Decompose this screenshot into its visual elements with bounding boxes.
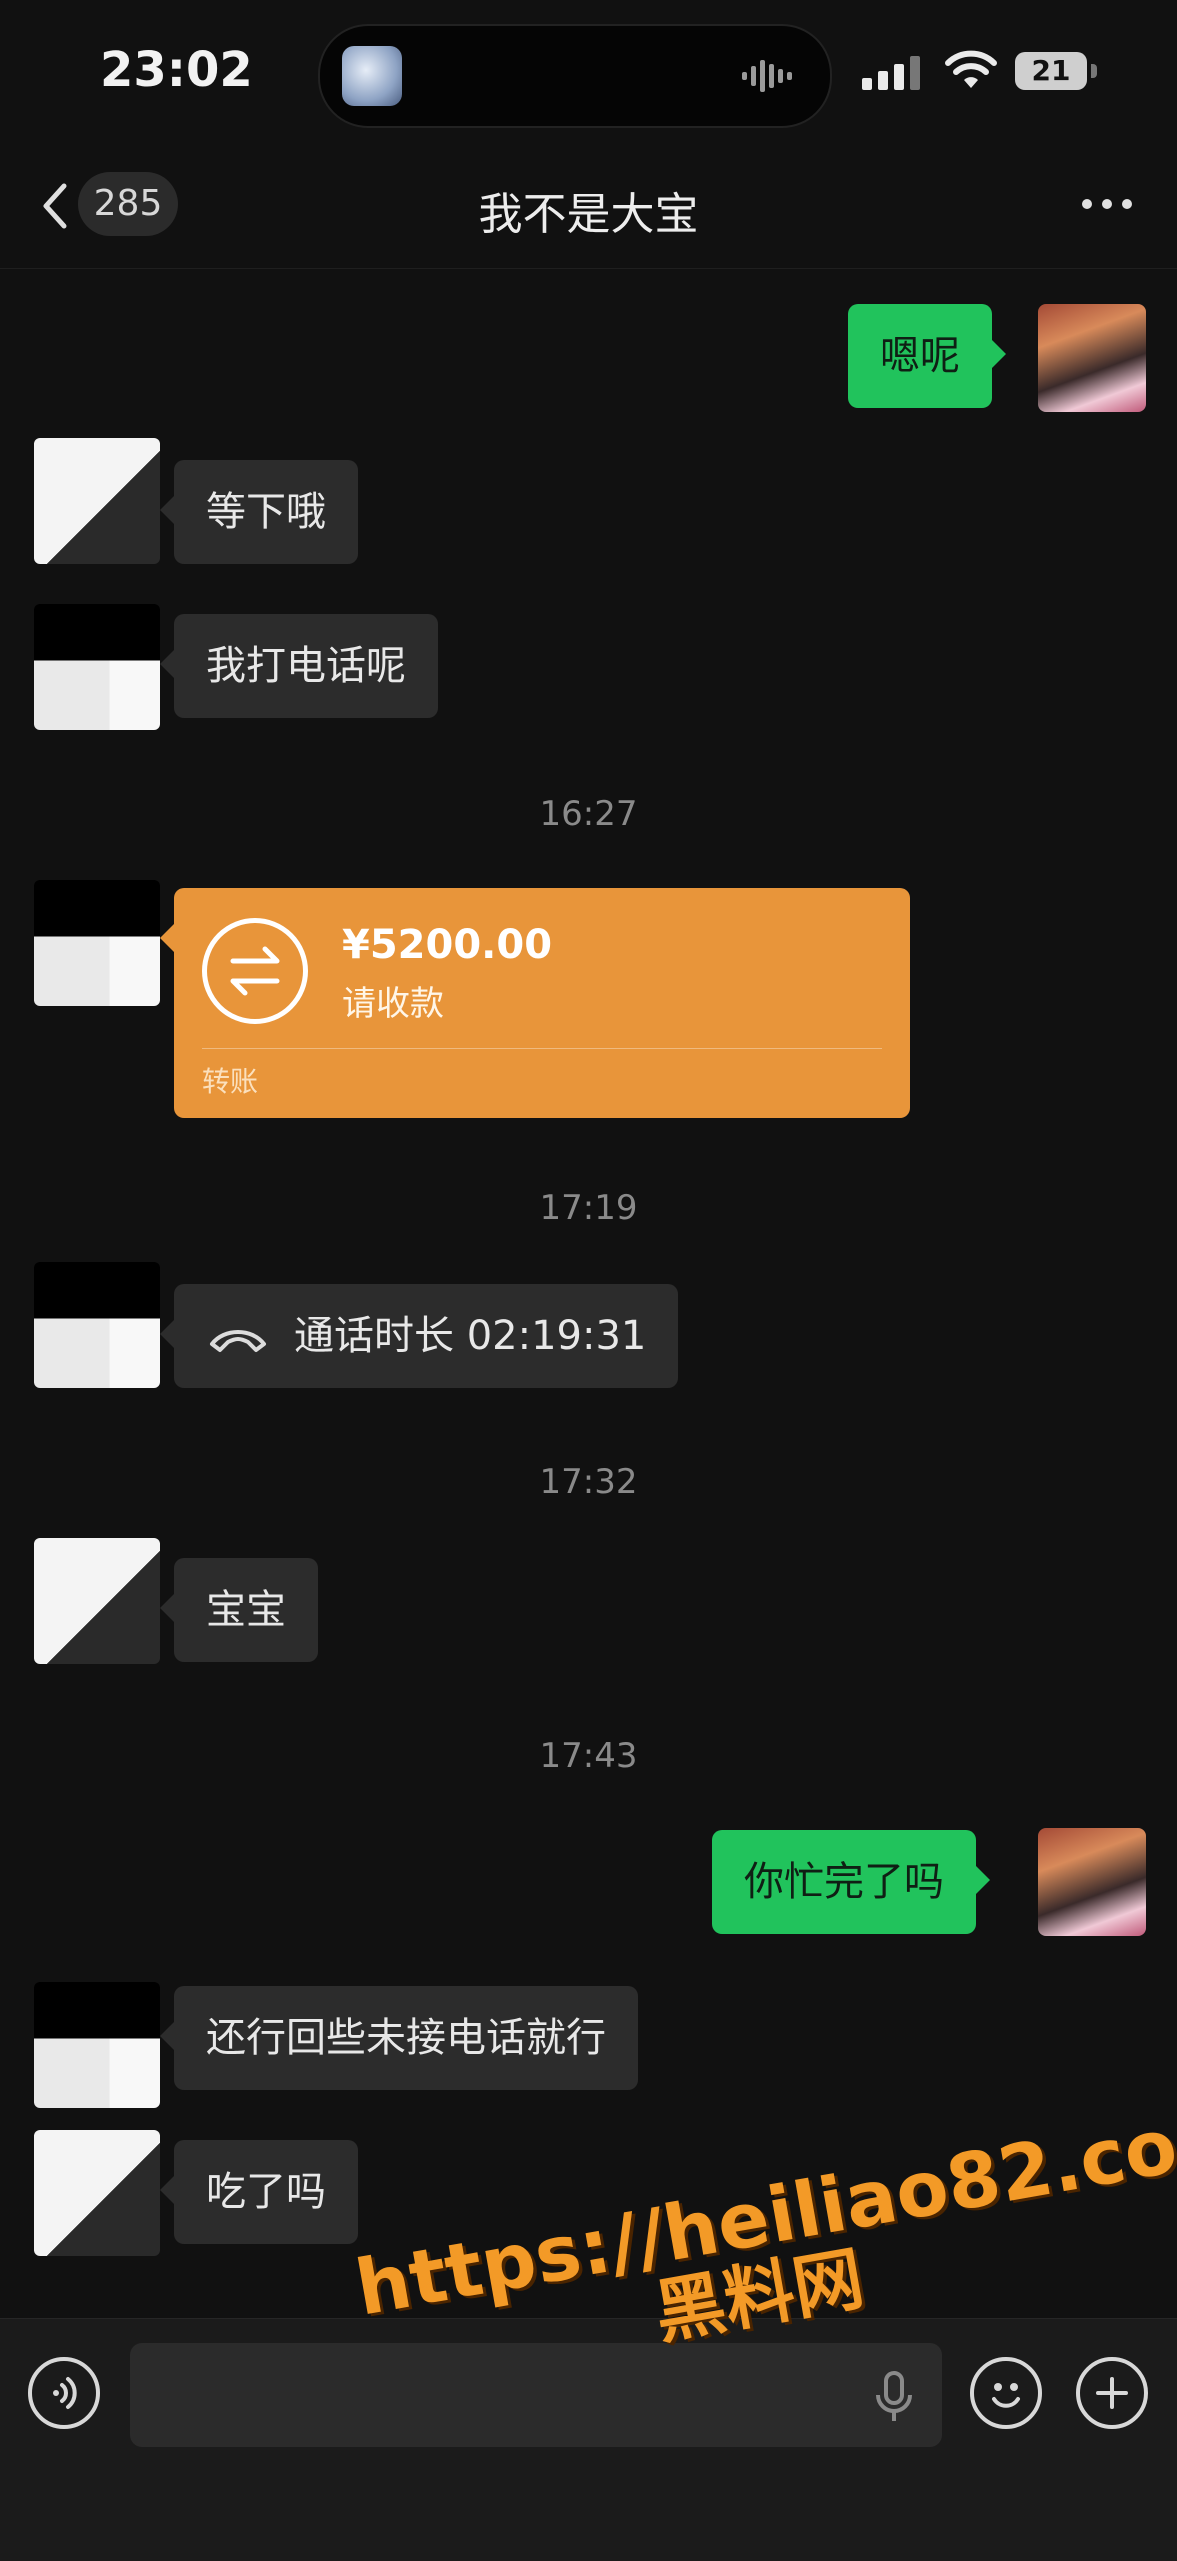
mic-icon[interactable] <box>874 2369 914 2425</box>
message-timestamp: 17:43 <box>539 1736 638 1776</box>
phone-icon <box>210 1330 266 1352</box>
contact-avatar[interactable] <box>34 2130 160 2256</box>
audio-wave-icon <box>742 60 792 92</box>
my-avatar[interactable] <box>1038 304 1146 412</box>
contact-avatar[interactable] <box>34 604 160 730</box>
call-duration: 通话时长 02:19:31 <box>294 1313 647 1359</box>
more-icon[interactable] <box>1077 184 1137 224</box>
message-timestamp: 17:32 <box>539 1462 638 1502</box>
contact-avatar[interactable] <box>34 1262 160 1388</box>
message-bubble-incoming[interactable]: 宝宝 <box>160 1558 318 1662</box>
plus-icon[interactable] <box>1076 2357 1148 2429</box>
contact-avatar[interactable] <box>34 1538 160 1664</box>
album-cover-icon <box>342 46 402 106</box>
battery-indicator: 21 <box>1015 52 1087 90</box>
call-record-bubble[interactable]: 通话时长 02:19:31 <box>159 1284 679 1388</box>
transfer-icon <box>202 918 308 1024</box>
voice-icon[interactable] <box>28 2357 100 2429</box>
chat-title: 我不是大宝 <box>478 189 699 240</box>
chat-header: 285 我不是大宝 <box>0 150 1177 269</box>
message-timestamp: 17:19 <box>539 1188 638 1228</box>
message-bubble-incoming[interactable]: 我打电话呢 <box>160 614 438 718</box>
contact-avatar[interactable] <box>34 438 160 564</box>
transfer-amount: ¥5200.00 <box>342 922 553 968</box>
dynamic-island[interactable] <box>318 24 832 128</box>
transfer-divider <box>202 1048 882 1049</box>
message-bubble-incoming[interactable]: 还行回些未接电话就行 <box>160 1986 638 2090</box>
contact-avatar[interactable] <box>34 880 160 1006</box>
transfer-label: 转账 <box>202 1065 259 1098</box>
message-bubble-incoming[interactable]: 吃了吗 <box>160 2140 358 2244</box>
message-bubble-outgoing[interactable]: 你忙完了吗 <box>712 1830 990 1934</box>
message-bubble-incoming[interactable]: 等下哦 <box>160 460 358 564</box>
status-bar: 23:02 21 <box>0 0 1177 150</box>
transfer-card[interactable]: ¥5200.00 请收款 转账 <box>160 888 910 1118</box>
contact-avatar[interactable] <box>34 1982 160 2108</box>
status-time: 23:02 <box>100 42 253 98</box>
cellular-signal-icon <box>862 56 920 90</box>
wifi-icon <box>945 50 997 88</box>
emoji-icon[interactable] <box>970 2357 1042 2429</box>
transfer-subtitle: 请收款 <box>342 984 444 1024</box>
message-bubble-outgoing[interactable]: 嗯呢 <box>848 304 1006 408</box>
my-avatar[interactable] <box>1038 1828 1146 1936</box>
battery-tip <box>1091 64 1097 78</box>
message-timestamp: 16:27 <box>539 794 638 834</box>
